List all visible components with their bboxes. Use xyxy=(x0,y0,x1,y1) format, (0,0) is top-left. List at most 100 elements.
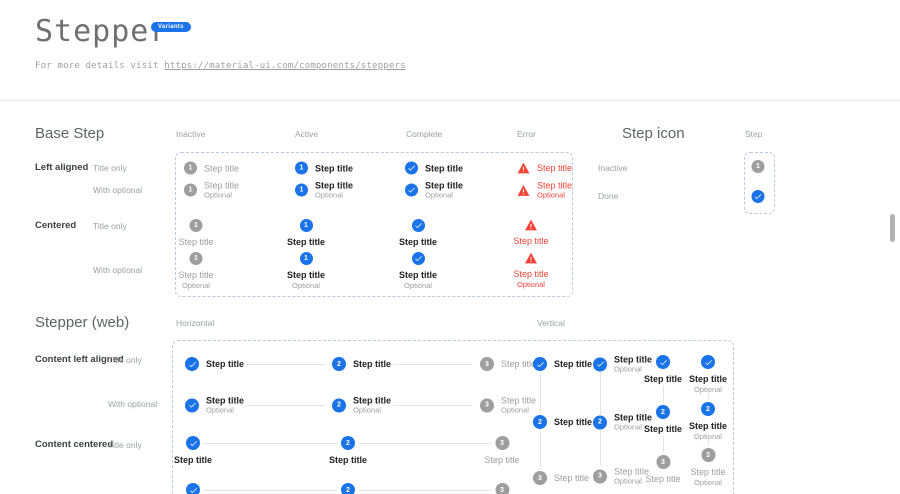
step-optional-label: Optional xyxy=(425,191,463,200)
check-circle-icon xyxy=(701,355,715,369)
step-number-circle-active: 2 xyxy=(533,415,547,429)
step-title-label: Step title xyxy=(614,467,649,477)
step-title-label: Step title xyxy=(425,181,463,191)
step-label-block: Step title xyxy=(554,473,589,483)
step-title-label: Step title xyxy=(484,455,519,465)
check-circle-icon xyxy=(186,483,200,494)
step-label-block: Step title xyxy=(554,417,592,427)
subtitle: For more details visit https://material-… xyxy=(35,61,406,71)
scrollbar-thumb[interactable] xyxy=(890,214,895,242)
step-number-circle-inactive: 3 xyxy=(495,483,509,494)
row-label-inactive: Inactive xyxy=(598,163,627,173)
check-circle-icon xyxy=(411,219,424,232)
step-optional-label: Optional xyxy=(182,281,210,290)
step-number-circle-active: 2 xyxy=(341,436,355,450)
step-label-block: Step titleOptional xyxy=(206,396,244,415)
step-connector-line xyxy=(600,372,601,414)
row-label-done: Done xyxy=(598,191,618,201)
step-optional-label: Optional xyxy=(694,385,722,394)
step-item-inactive: 1Step titleOptional xyxy=(184,181,239,200)
step-label-block: Step titleOptional xyxy=(315,181,353,200)
step-item-inactive: 3Step titleOptional xyxy=(690,448,725,487)
step-item-inactive: 3Step title xyxy=(645,455,680,484)
error-warning-icon xyxy=(517,184,530,196)
step-item-active: 2Step titleOptional xyxy=(329,483,367,494)
step-number-circle-active: 2 xyxy=(701,402,715,416)
step-title-label: Step title xyxy=(554,473,589,483)
step-connector-line xyxy=(393,364,472,365)
step-number-circle-active: 2 xyxy=(332,357,346,371)
check-circle-icon xyxy=(186,436,200,450)
step-item-active: 2 Step title xyxy=(332,357,391,371)
step-title-label: Step title xyxy=(315,163,353,173)
step-label-block: Step titleOptional xyxy=(501,396,536,415)
row-label-centered: Centered xyxy=(35,220,76,231)
step-label-block: Step titleOptional xyxy=(425,181,463,200)
error-warning-icon xyxy=(517,162,530,174)
step-label-block: Step titleOptional xyxy=(614,467,649,486)
step-number-circle-inactive: 3 xyxy=(480,357,494,371)
step-item-inactive: 3Step titleOptional xyxy=(484,483,519,494)
step-item-inactive: 1Step title xyxy=(184,162,239,175)
step-optional-label: Optional xyxy=(517,280,545,289)
step-item-active: 1 Step title xyxy=(295,162,353,175)
step-title-label: Step title xyxy=(513,236,548,246)
step-label-block: Step titleOptional xyxy=(204,181,239,200)
step-number-circle-inactive: 1 xyxy=(752,160,765,173)
step-title-label: Step title xyxy=(399,237,437,247)
section-title-stepper-web: Stepper (web) xyxy=(35,314,129,331)
step-item-complete: Step titleOptional xyxy=(405,181,463,200)
step-icon-specimen-inactive: 1 xyxy=(752,160,765,173)
step-connector-line xyxy=(359,443,491,444)
step-number-circle-active: 2 xyxy=(656,405,670,419)
step-optional-label: Optional xyxy=(614,477,649,486)
column-header-step: Step xyxy=(745,129,763,139)
step-title-label: Step title xyxy=(513,269,548,279)
step-item-active: 2Step titleOptional xyxy=(332,396,391,415)
step-icon-specimen-complete xyxy=(752,190,765,203)
step-title-label: Step title xyxy=(178,237,213,247)
check-circle-icon xyxy=(411,252,424,265)
step-item-inactive: 3Step title xyxy=(480,357,536,371)
sub-label-title-only: Title only xyxy=(93,221,127,231)
step-item-complete: Step title xyxy=(185,357,244,371)
section-title-step-icon: Step icon xyxy=(622,125,685,142)
step-item-active: 2Step title xyxy=(644,405,682,434)
step-connector-line xyxy=(393,405,472,406)
step-number-circle-active: 1 xyxy=(295,162,308,175)
step-title-label: Step title xyxy=(425,163,463,173)
error-warning-icon xyxy=(525,219,538,231)
step-optional-label: Optional xyxy=(694,478,722,487)
step-number-circle-inactive: 3 xyxy=(533,471,547,485)
step-number-circle-active: 2 xyxy=(332,398,346,412)
step-number-circle-inactive: 3 xyxy=(495,436,509,450)
step-title-label: Step title xyxy=(353,359,391,369)
row-label-left-aligned: Left aligned xyxy=(35,162,88,173)
step-number-circle-inactive: 1 xyxy=(190,219,203,232)
step-title-label: Step title xyxy=(287,237,325,247)
step-connector-line xyxy=(540,430,541,470)
step-label-block: Step title xyxy=(315,163,353,173)
step-title-label: Step title xyxy=(174,455,212,465)
step-number-circle-inactive: 3 xyxy=(480,398,494,412)
check-circle-icon xyxy=(656,355,670,369)
step-item-complete: Step title xyxy=(174,436,212,465)
step-item-active: 2Step titleOptional xyxy=(689,402,727,441)
step-item-complete: Step titleOptional xyxy=(185,396,244,415)
step-item-inactive: 3Step titleOptional xyxy=(593,467,649,486)
step-title-label: Step title xyxy=(690,467,725,477)
material-ui-link[interactable]: https://material-ui.com/components/stepp… xyxy=(164,61,406,71)
step-connector-line xyxy=(540,372,541,414)
step-connector-line xyxy=(204,443,337,444)
check-circle-icon xyxy=(185,357,199,371)
step-title-label: Step title xyxy=(689,374,727,384)
step-connector-line xyxy=(246,405,325,406)
step-connector-line xyxy=(600,430,601,466)
step-label-block: Step title xyxy=(554,359,592,369)
variants-badge: Variants xyxy=(151,22,191,32)
step-title-label: Step title xyxy=(554,359,592,369)
step-label-block: Step titleOptional xyxy=(537,181,572,200)
sub-label-title-only: Title only xyxy=(108,355,142,365)
sub-label-title-only: Title only xyxy=(93,163,127,173)
step-connector-line xyxy=(204,490,337,491)
